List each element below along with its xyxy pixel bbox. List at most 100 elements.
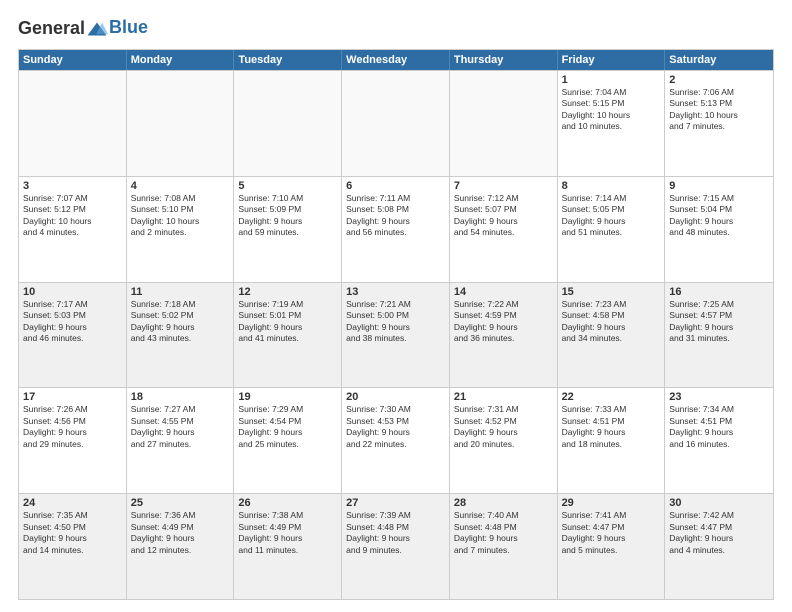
day-number: 23 xyxy=(669,391,769,403)
calendar-cell: 26Sunrise: 7:38 AM Sunset: 4:49 PM Dayli… xyxy=(234,494,342,599)
calendar-cell: 12Sunrise: 7:19 AM Sunset: 5:01 PM Dayli… xyxy=(234,283,342,388)
day-info: Sunrise: 7:38 AM Sunset: 4:49 PM Dayligh… xyxy=(238,510,337,556)
day-number: 25 xyxy=(131,497,230,509)
day-number: 14 xyxy=(454,286,553,298)
day-number: 9 xyxy=(669,180,769,192)
weekday-header: Thursday xyxy=(450,50,558,70)
calendar-cell: 30Sunrise: 7:42 AM Sunset: 4:47 PM Dayli… xyxy=(665,494,773,599)
weekday-header: Sunday xyxy=(19,50,127,70)
day-info: Sunrise: 7:30 AM Sunset: 4:53 PM Dayligh… xyxy=(346,404,445,450)
logo: General Blue xyxy=(18,18,148,39)
calendar-cell xyxy=(450,71,558,176)
day-info: Sunrise: 7:29 AM Sunset: 4:54 PM Dayligh… xyxy=(238,404,337,450)
day-number: 13 xyxy=(346,286,445,298)
calendar-cell: 10Sunrise: 7:17 AM Sunset: 5:03 PM Dayli… xyxy=(19,283,127,388)
calendar-cell: 1Sunrise: 7:04 AM Sunset: 5:15 PM Daylig… xyxy=(558,71,666,176)
day-info: Sunrise: 7:17 AM Sunset: 5:03 PM Dayligh… xyxy=(23,299,122,345)
calendar-cell: 8Sunrise: 7:14 AM Sunset: 5:05 PM Daylig… xyxy=(558,177,666,282)
day-number: 19 xyxy=(238,391,337,403)
header: General Blue xyxy=(18,18,774,39)
day-number: 5 xyxy=(238,180,337,192)
day-info: Sunrise: 7:07 AM Sunset: 5:12 PM Dayligh… xyxy=(23,193,122,239)
page: General Blue SundayMondayTuesdayWednesda… xyxy=(0,0,792,612)
calendar-cell xyxy=(127,71,235,176)
day-number: 12 xyxy=(238,286,337,298)
calendar-cell: 3Sunrise: 7:07 AM Sunset: 5:12 PM Daylig… xyxy=(19,177,127,282)
day-number: 11 xyxy=(131,286,230,298)
day-number: 2 xyxy=(669,74,769,86)
day-info: Sunrise: 7:26 AM Sunset: 4:56 PM Dayligh… xyxy=(23,404,122,450)
calendar-cell xyxy=(19,71,127,176)
weekday-header: Saturday xyxy=(665,50,773,70)
calendar-cell: 23Sunrise: 7:34 AM Sunset: 4:51 PM Dayli… xyxy=(665,388,773,493)
calendar-cell: 24Sunrise: 7:35 AM Sunset: 4:50 PM Dayli… xyxy=(19,494,127,599)
day-number: 30 xyxy=(669,497,769,509)
weekday-header: Wednesday xyxy=(342,50,450,70)
day-info: Sunrise: 7:11 AM Sunset: 5:08 PM Dayligh… xyxy=(346,193,445,239)
day-info: Sunrise: 7:06 AM Sunset: 5:13 PM Dayligh… xyxy=(669,87,769,133)
day-number: 24 xyxy=(23,497,122,509)
day-info: Sunrise: 7:23 AM Sunset: 4:58 PM Dayligh… xyxy=(562,299,661,345)
day-number: 20 xyxy=(346,391,445,403)
calendar-cell: 16Sunrise: 7:25 AM Sunset: 4:57 PM Dayli… xyxy=(665,283,773,388)
day-number: 16 xyxy=(669,286,769,298)
day-number: 26 xyxy=(238,497,337,509)
day-info: Sunrise: 7:04 AM Sunset: 5:15 PM Dayligh… xyxy=(562,87,661,133)
day-info: Sunrise: 7:18 AM Sunset: 5:02 PM Dayligh… xyxy=(131,299,230,345)
day-info: Sunrise: 7:27 AM Sunset: 4:55 PM Dayligh… xyxy=(131,404,230,450)
day-number: 7 xyxy=(454,180,553,192)
day-info: Sunrise: 7:41 AM Sunset: 4:47 PM Dayligh… xyxy=(562,510,661,556)
day-info: Sunrise: 7:40 AM Sunset: 4:48 PM Dayligh… xyxy=(454,510,553,556)
day-info: Sunrise: 7:36 AM Sunset: 4:49 PM Dayligh… xyxy=(131,510,230,556)
calendar-header: SundayMondayTuesdayWednesdayThursdayFrid… xyxy=(19,50,773,70)
day-info: Sunrise: 7:14 AM Sunset: 5:05 PM Dayligh… xyxy=(562,193,661,239)
calendar-cell: 4Sunrise: 7:08 AM Sunset: 5:10 PM Daylig… xyxy=(127,177,235,282)
calendar-row: 3Sunrise: 7:07 AM Sunset: 5:12 PM Daylig… xyxy=(19,176,773,282)
weekday-header: Tuesday xyxy=(234,50,342,70)
day-number: 8 xyxy=(562,180,661,192)
calendar-cell: 14Sunrise: 7:22 AM Sunset: 4:59 PM Dayli… xyxy=(450,283,558,388)
day-number: 10 xyxy=(23,286,122,298)
calendar-row: 10Sunrise: 7:17 AM Sunset: 5:03 PM Dayli… xyxy=(19,282,773,388)
day-number: 15 xyxy=(562,286,661,298)
day-info: Sunrise: 7:35 AM Sunset: 4:50 PM Dayligh… xyxy=(23,510,122,556)
day-number: 6 xyxy=(346,180,445,192)
day-info: Sunrise: 7:34 AM Sunset: 4:51 PM Dayligh… xyxy=(669,404,769,450)
calendar-cell: 5Sunrise: 7:10 AM Sunset: 5:09 PM Daylig… xyxy=(234,177,342,282)
day-info: Sunrise: 7:33 AM Sunset: 4:51 PM Dayligh… xyxy=(562,404,661,450)
day-number: 29 xyxy=(562,497,661,509)
calendar: SundayMondayTuesdayWednesdayThursdayFrid… xyxy=(18,49,774,600)
day-number: 1 xyxy=(562,74,661,86)
day-number: 4 xyxy=(131,180,230,192)
day-info: Sunrise: 7:12 AM Sunset: 5:07 PM Dayligh… xyxy=(454,193,553,239)
calendar-cell: 2Sunrise: 7:06 AM Sunset: 5:13 PM Daylig… xyxy=(665,71,773,176)
calendar-cell: 13Sunrise: 7:21 AM Sunset: 5:00 PM Dayli… xyxy=(342,283,450,388)
calendar-cell xyxy=(234,71,342,176)
day-info: Sunrise: 7:21 AM Sunset: 5:00 PM Dayligh… xyxy=(346,299,445,345)
calendar-cell xyxy=(342,71,450,176)
calendar-cell: 9Sunrise: 7:15 AM Sunset: 5:04 PM Daylig… xyxy=(665,177,773,282)
day-info: Sunrise: 7:08 AM Sunset: 5:10 PM Dayligh… xyxy=(131,193,230,239)
day-info: Sunrise: 7:10 AM Sunset: 5:09 PM Dayligh… xyxy=(238,193,337,239)
calendar-cell: 29Sunrise: 7:41 AM Sunset: 4:47 PM Dayli… xyxy=(558,494,666,599)
day-info: Sunrise: 7:19 AM Sunset: 5:01 PM Dayligh… xyxy=(238,299,337,345)
calendar-cell: 17Sunrise: 7:26 AM Sunset: 4:56 PM Dayli… xyxy=(19,388,127,493)
day-number: 22 xyxy=(562,391,661,403)
calendar-row: 1Sunrise: 7:04 AM Sunset: 5:15 PM Daylig… xyxy=(19,70,773,176)
day-number: 17 xyxy=(23,391,122,403)
day-info: Sunrise: 7:39 AM Sunset: 4:48 PM Dayligh… xyxy=(346,510,445,556)
calendar-cell: 22Sunrise: 7:33 AM Sunset: 4:51 PM Dayli… xyxy=(558,388,666,493)
calendar-cell: 6Sunrise: 7:11 AM Sunset: 5:08 PM Daylig… xyxy=(342,177,450,282)
day-number: 3 xyxy=(23,180,122,192)
calendar-cell: 20Sunrise: 7:30 AM Sunset: 4:53 PM Dayli… xyxy=(342,388,450,493)
weekday-header: Monday xyxy=(127,50,235,70)
calendar-cell: 7Sunrise: 7:12 AM Sunset: 5:07 PM Daylig… xyxy=(450,177,558,282)
calendar-cell: 18Sunrise: 7:27 AM Sunset: 4:55 PM Dayli… xyxy=(127,388,235,493)
day-info: Sunrise: 7:15 AM Sunset: 5:04 PM Dayligh… xyxy=(669,193,769,239)
day-info: Sunrise: 7:31 AM Sunset: 4:52 PM Dayligh… xyxy=(454,404,553,450)
calendar-cell: 19Sunrise: 7:29 AM Sunset: 4:54 PM Dayli… xyxy=(234,388,342,493)
day-number: 27 xyxy=(346,497,445,509)
day-info: Sunrise: 7:22 AM Sunset: 4:59 PM Dayligh… xyxy=(454,299,553,345)
day-info: Sunrise: 7:25 AM Sunset: 4:57 PM Dayligh… xyxy=(669,299,769,345)
weekday-header: Friday xyxy=(558,50,666,70)
